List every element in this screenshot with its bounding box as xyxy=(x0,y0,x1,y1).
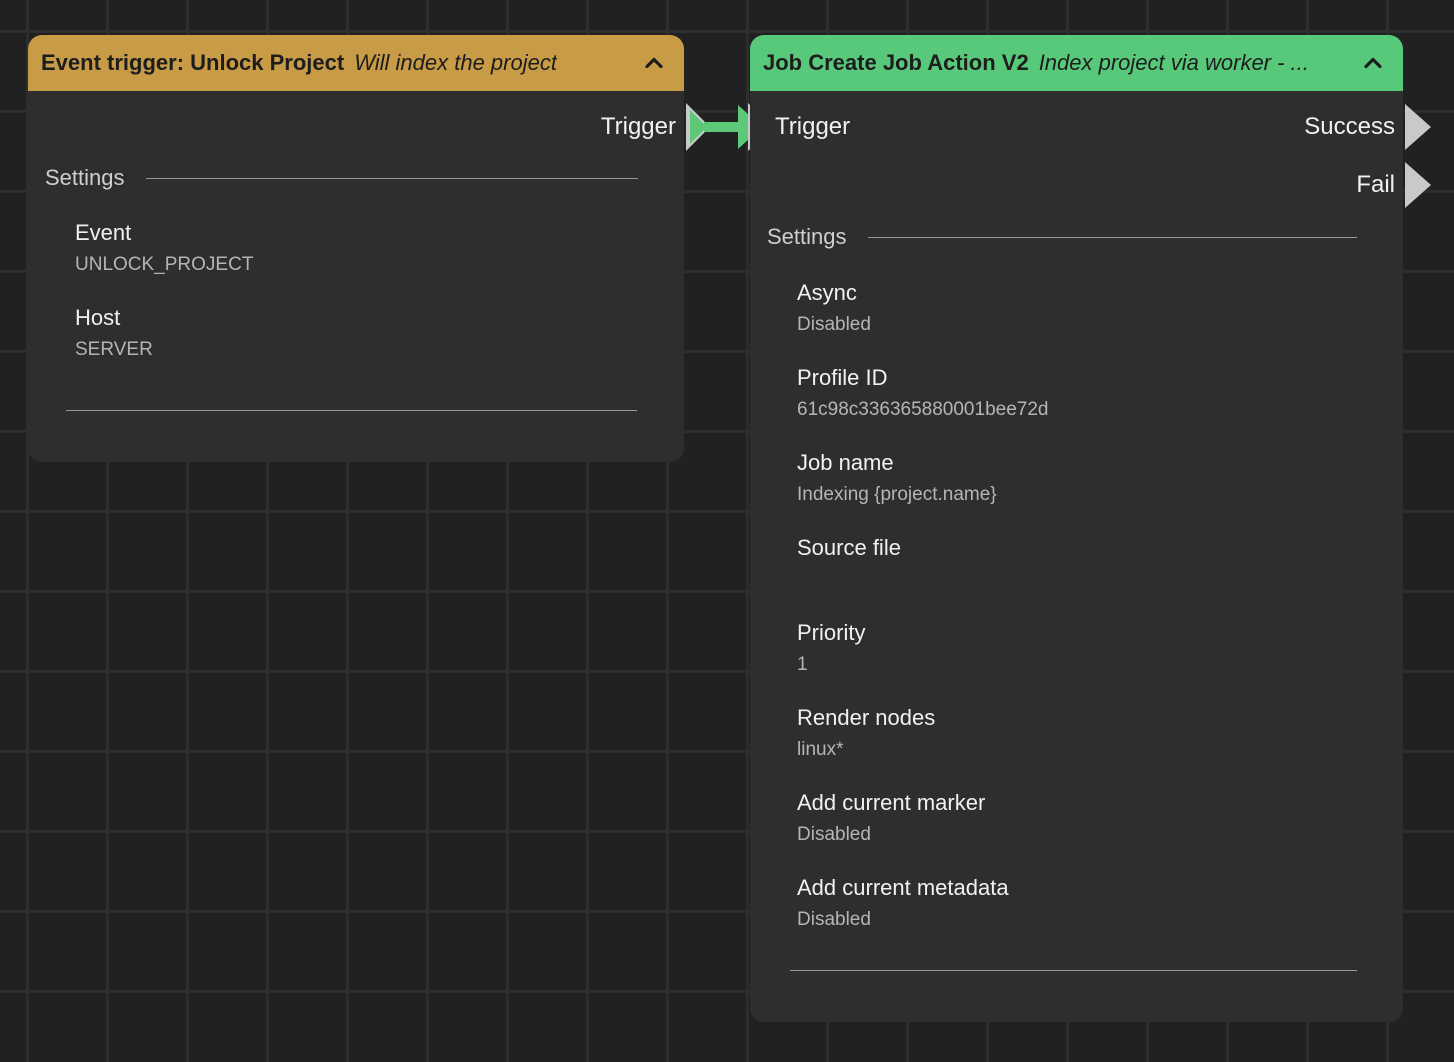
field-host: Host SERVER xyxy=(75,301,644,365)
port-row-fail: Fail xyxy=(750,163,1403,207)
output-port-row-trigger[interactable]: Trigger xyxy=(28,105,684,149)
field-value xyxy=(797,565,1363,595)
field-priority: Priority 1 xyxy=(797,616,1363,680)
node-title: Event trigger: Unlock Project xyxy=(41,50,344,76)
field-label: Add current marker xyxy=(797,786,1363,820)
field-value: Disabled xyxy=(797,820,1363,850)
output-port-fail-triangle[interactable] xyxy=(1405,162,1431,208)
section-divider xyxy=(146,178,639,179)
node-bottom-divider xyxy=(790,970,1357,971)
section-divider xyxy=(868,237,1358,238)
field-event: Event UNLOCK_PROJECT xyxy=(75,216,644,280)
node-subtitle: Will index the project xyxy=(354,50,557,76)
field-source-file: Source file xyxy=(797,531,1363,595)
section-title: Settings xyxy=(767,220,847,254)
field-value: Indexing {project.name} xyxy=(797,480,1363,510)
input-port-label[interactable]: Trigger xyxy=(775,113,850,141)
node-bottom-divider xyxy=(66,410,637,411)
field-job-name: Job name Indexing {project.name} xyxy=(797,446,1363,510)
settings-section-header: Settings xyxy=(750,220,1403,254)
settings-section-header: Settings xyxy=(28,161,684,195)
field-value: linux* xyxy=(797,735,1363,765)
output-port-label[interactable]: Success xyxy=(1304,113,1395,141)
field-value: Disabled xyxy=(797,310,1363,340)
field-label: Profile ID xyxy=(797,361,1363,395)
node-subtitle: Index project via worker - ... xyxy=(1039,50,1309,76)
field-render-nodes: Render nodes linux* xyxy=(797,701,1363,765)
chevron-up-icon[interactable] xyxy=(634,57,664,69)
field-value: 1 xyxy=(797,650,1363,680)
field-label: Async xyxy=(797,276,1363,310)
field-label: Host xyxy=(75,301,644,335)
field-value: SERVER xyxy=(75,335,644,365)
node-job-create-header[interactable]: Job Create Job Action V2 Index project v… xyxy=(750,35,1403,91)
field-label: Render nodes xyxy=(797,701,1363,735)
field-value: UNLOCK_PROJECT xyxy=(75,250,644,280)
field-value: Disabled xyxy=(797,905,1363,935)
field-label: Add current metadata xyxy=(797,871,1363,905)
field-label: Priority xyxy=(797,616,1363,650)
field-add-current-metadata: Add current metadata Disabled xyxy=(797,871,1363,935)
output-port-label[interactable]: Fail xyxy=(1356,171,1395,199)
field-label: Source file xyxy=(797,531,1363,565)
node-event-trigger[interactable]: Event trigger: Unlock Project Will index… xyxy=(28,35,684,462)
field-label: Event xyxy=(75,216,644,250)
field-value: 61c98c336365880001bee72d xyxy=(797,395,1363,425)
output-port-label: Trigger xyxy=(601,113,676,141)
node-title: Job Create Job Action V2 xyxy=(763,50,1029,76)
node-event-trigger-header[interactable]: Event trigger: Unlock Project Will index… xyxy=(28,35,684,91)
output-port-success-triangle[interactable] xyxy=(1405,104,1431,150)
section-title: Settings xyxy=(45,161,125,195)
field-profile-id: Profile ID 61c98c336365880001bee72d xyxy=(797,361,1363,425)
node-graph-canvas[interactable]: Event trigger: Unlock Project Will index… xyxy=(0,0,1454,1062)
field-label: Job name xyxy=(797,446,1363,480)
field-add-current-marker: Add current marker Disabled xyxy=(797,786,1363,850)
field-async: Async Disabled xyxy=(797,276,1363,340)
node-job-create-action[interactable]: Job Create Job Action V2 Index project v… xyxy=(750,35,1403,1022)
chevron-up-icon[interactable] xyxy=(1353,57,1383,69)
port-row-trigger-success: Trigger Success xyxy=(750,105,1403,149)
